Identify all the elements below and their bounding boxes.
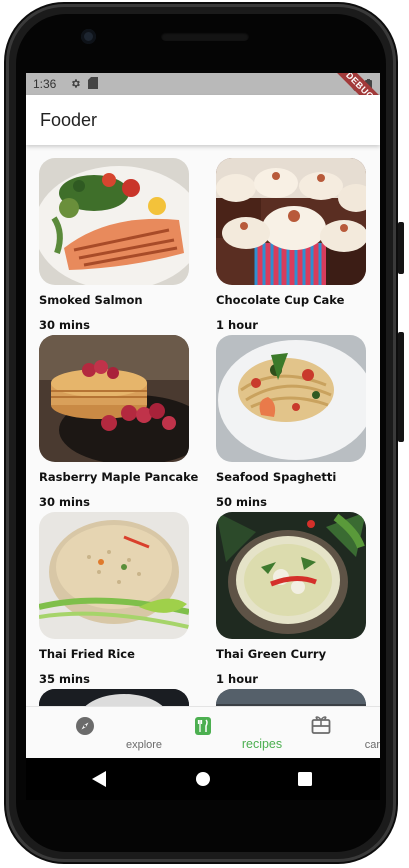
power-button (398, 332, 404, 442)
recipe-image (216, 689, 366, 706)
recipe-duration: 1 hour (216, 672, 258, 686)
recipe-image-thai-green-curry (216, 512, 366, 639)
recipe-card[interactable]: Rasberry Maple Pancake 30 mins (39, 335, 199, 509)
recipe-image-chocolate-cup-cake (216, 158, 366, 285)
recipe-name: Thai Fried Rice (39, 647, 135, 661)
recipe-image-seafood-spaghetti (216, 335, 366, 462)
recipe-grid[interactable]: Smoked Salmon 30 mins Chocolate Cup Cake… (26, 145, 380, 706)
home-icon[interactable] (196, 772, 210, 791)
recipe-name: Rasberry Maple Pancake (39, 470, 199, 484)
recipe-name: Thai Green Curry (216, 647, 327, 661)
nav-label-card-3: card 3 (364, 739, 380, 751)
gift-card-icon (311, 716, 331, 736)
recipe-duration: 30 mins (39, 495, 90, 509)
recipe-image (39, 689, 189, 706)
app-screen: 1:36 DEBUG Fooder Smoked Salmon 30 mins … (26, 73, 380, 758)
restaurant-icon (193, 716, 213, 736)
status-bar: 1:36 DEBUG (26, 73, 380, 120)
recipe-name: Smoked Salmon (39, 293, 143, 307)
status-time: 1:36 (33, 77, 57, 91)
recipe-card[interactable]: Chocolate Cup Cake 1 hour (216, 158, 366, 332)
recipe-duration: 30 mins (39, 318, 90, 332)
nav-item-card-3[interactable]: card 3 (262, 707, 380, 758)
recipe-image-thai-fried-rice (39, 512, 189, 639)
recipe-card[interactable]: Smoked Salmon 30 mins (39, 158, 189, 332)
back-icon[interactable] (92, 771, 106, 792)
volume-button (398, 222, 404, 274)
recents-icon[interactable] (298, 772, 312, 791)
nav-item-explore[interactable]: explore (26, 707, 162, 758)
recipe-image-smoked-salmon (39, 158, 189, 285)
bottom-navigation: explore recipes card 3 (26, 706, 380, 758)
recipe-duration: 35 mins (39, 672, 90, 686)
nav-item-recipes[interactable]: recipes (144, 707, 282, 758)
front-camera (81, 29, 96, 44)
recipe-duration: 1 hour (216, 318, 258, 332)
system-navigation-bar (26, 758, 380, 800)
recipe-card[interactable]: Thai Green Curry 1 hour (216, 512, 366, 686)
settings-icon (70, 77, 81, 89)
recipe-name: Seafood Spaghetti (216, 470, 337, 484)
recipe-name: Chocolate Cup Cake (216, 293, 345, 307)
recipe-card[interactable]: Thai Fried Rice 35 mins (39, 512, 189, 686)
app-bar: Fooder (26, 95, 380, 145)
earpiece-speaker (161, 32, 249, 41)
compass-icon (75, 716, 95, 736)
recipe-duration: 50 mins (216, 495, 267, 509)
app-title: Fooder (40, 110, 98, 130)
recipe-card[interactable] (39, 689, 189, 706)
recipe-image-rasberry-maple-pancake (39, 335, 189, 462)
recipe-card[interactable]: Seafood Spaghetti 50 mins (216, 335, 366, 509)
recipe-card[interactable] (216, 689, 366, 706)
sd-card-icon (87, 77, 98, 89)
